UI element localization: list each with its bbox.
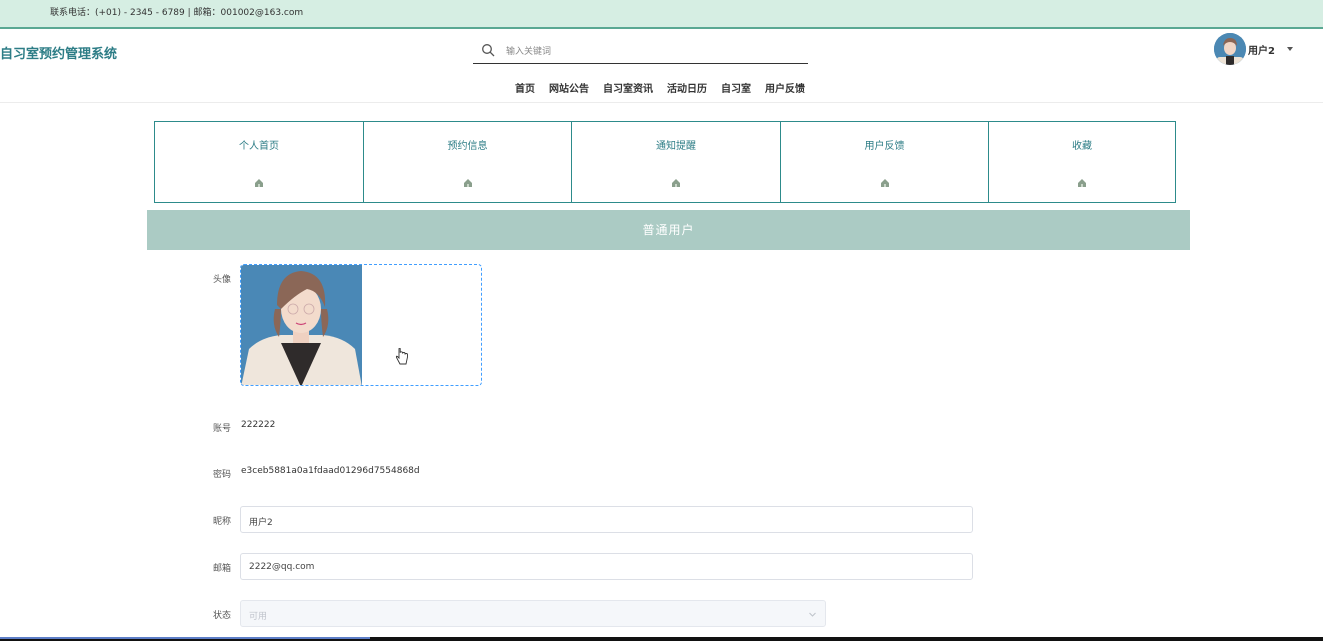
status-label: 状态 [213, 611, 232, 621]
contact-info: 联系电话：(+01) - 2345 - 6789 | 邮箱：001002@163… [50, 8, 304, 18]
nickname-label: 昵称 [213, 517, 232, 527]
nav-item-news[interactable]: 自习室资讯 [603, 80, 653, 95]
user-name[interactable]: 用户2 [1248, 42, 1275, 57]
tile-feedback[interactable]: 用户反馈 [780, 121, 989, 203]
tile-label: 收藏 [1072, 141, 1092, 152]
password-label: 密码 [213, 470, 232, 480]
user-menu[interactable]: 用户2 [1214, 33, 1293, 65]
tile-label: 预约信息 [447, 141, 488, 152]
chevron-down-icon[interactable] [1286, 47, 1293, 51]
nav-item-announcements[interactable]: 网站公告 [549, 80, 589, 95]
bell-icon [672, 179, 680, 187]
avatar-image [241, 265, 362, 385]
site-header: 自习室预约管理系统 输入关键词 用户2 首页 网站公告 自习室资讯 活动日历 自… [0, 29, 1323, 103]
star-icon [1078, 179, 1086, 187]
tile-favorites[interactable]: 收藏 [988, 121, 1176, 203]
avatar-label: 头像 [213, 275, 232, 285]
search-input[interactable]: 输入关键词 [506, 44, 551, 57]
search-box[interactable]: 输入关键词 [473, 38, 808, 64]
tile-label: 通知提醒 [656, 141, 696, 152]
hand-cursor-icon [395, 348, 408, 365]
tile-profile-home[interactable]: 个人首页 [154, 121, 364, 203]
contact-bar: 联系电话：(+01) - 2345 - 6789 | 邮箱：001002@163… [0, 0, 1323, 29]
feedback-icon [880, 179, 889, 187]
tile-label: 用户反馈 [864, 141, 905, 152]
main-nav: 首页 网站公告 自习室资讯 活动日历 自习室 用户反馈 [515, 80, 805, 95]
nav-item-study-rooms[interactable]: 自习室 [721, 80, 751, 95]
password-value: e3ceb5881a0a1fdaad01296d7554868d [241, 466, 420, 476]
search-icon[interactable] [481, 43, 495, 57]
chevron-down-icon [809, 612, 816, 617]
section-title: 普通用户 [147, 210, 1190, 250]
tile-label: 个人首页 [239, 141, 279, 152]
taskbar-strip [0, 637, 1323, 641]
account-value: 222222 [241, 420, 276, 430]
tile-notifications[interactable]: 通知提醒 [571, 121, 781, 203]
nickname-field[interactable]: 用户2 [240, 506, 973, 533]
home-icon [255, 179, 263, 187]
status-value: 可用 [249, 612, 268, 622]
nav-item-calendar[interactable]: 活动日历 [667, 80, 707, 95]
account-label: 账号 [213, 424, 232, 434]
user-center-menu: 个人首页 预约信息 通知提醒 用户反馈 收藏 [154, 121, 1176, 203]
site-title[interactable]: 自习室预约管理系统 [0, 43, 117, 62]
tile-reservations[interactable]: 预约信息 [363, 121, 572, 203]
email-label: 邮箱 [213, 564, 232, 574]
avatar-uploader[interactable] [240, 264, 482, 386]
nav-item-home[interactable]: 首页 [515, 80, 535, 95]
calendar-icon [463, 179, 472, 187]
email-field[interactable]: 2222@qq.com [240, 553, 973, 580]
avatar[interactable] [1214, 33, 1246, 65]
nav-item-feedback[interactable]: 用户反馈 [765, 80, 805, 95]
status-select[interactable]: 可用 [240, 600, 826, 627]
